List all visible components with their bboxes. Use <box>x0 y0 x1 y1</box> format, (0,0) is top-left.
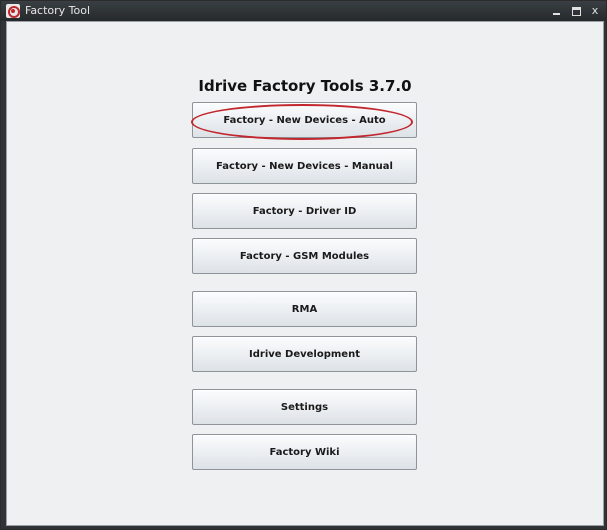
page-title: Idrive Factory Tools 3.7.0 <box>198 77 412 95</box>
rma-button[interactable]: RMA <box>192 291 417 327</box>
main-panel: Idrive Factory Tools 3.7.0 Factory - New… <box>6 21 604 526</box>
factory-wiki-button[interactable]: Factory Wiki <box>192 434 417 470</box>
factory-new-devices-manual-button[interactable]: Factory - New Devices - Manual <box>192 148 417 184</box>
factory-new-devices-auto-button[interactable]: Factory - New Devices - Auto <box>192 102 417 138</box>
idrive-development-button[interactable]: Idrive Development <box>192 336 417 372</box>
maximize-icon <box>572 7 581 16</box>
minimize-icon <box>553 13 560 15</box>
window-title: Factory Tool <box>25 4 91 17</box>
maximize-button[interactable] <box>569 3 583 19</box>
minimize-button[interactable] <box>550 3 564 19</box>
settings-button[interactable]: Settings <box>192 389 417 425</box>
close-button[interactable]: x <box>588 3 602 19</box>
app-window: Factory Tool x Idrive Factory Tools 3.7.… <box>0 0 607 530</box>
title-bar[interactable]: Factory Tool x <box>1 1 606 21</box>
factory-gsm-modules-button[interactable]: Factory - GSM Modules <box>192 238 417 274</box>
app-logo-icon <box>6 4 20 18</box>
factory-driver-id-button[interactable]: Factory - Driver ID <box>192 193 417 229</box>
close-icon: x <box>591 4 599 17</box>
